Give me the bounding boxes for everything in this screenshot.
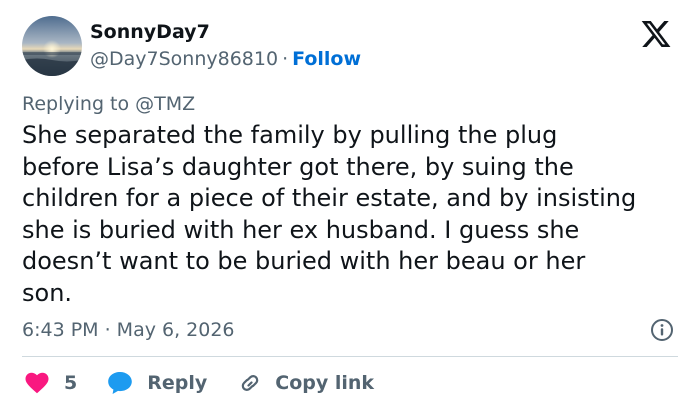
user-handle[interactable]: @Day7Sonny86810 [90,48,278,70]
link-icon [237,371,263,395]
reply-button[interactable]: Reply [107,371,207,395]
display-name[interactable]: SonnyDay7 [90,20,210,44]
reply-label: Reply [147,372,208,394]
follow-button[interactable]: Follow [292,48,361,70]
x-logo-icon[interactable] [640,18,672,50]
divider [22,356,678,357]
copy-link-label: Copy link [275,372,375,394]
avatar-image [22,16,82,76]
tweet-text: She separated the family by pulling the … [22,121,637,307]
replying-to[interactable]: Replying to @TMZ [22,92,195,116]
like-button[interactable]: 5 [25,371,77,395]
copy-link-button[interactable]: Copy link [237,371,374,395]
timestamp[interactable]: 6:43 PM · May 6, 2026 [22,318,235,342]
separator-dot: · [282,48,289,70]
tweet-card: SonnyDay7 @Day7Sonny86810 · Follow Replyin… [0,0,700,410]
action-bar: 5 Reply Copy link [22,370,374,396]
speech-bubble-icon [107,371,133,395]
handle-row: @Day7Sonny86810 · Follow [90,47,361,71]
info-icon[interactable] [650,318,674,342]
like-count: 5 [64,372,78,394]
heart-icon [25,372,49,394]
avatar[interactable] [22,16,82,76]
